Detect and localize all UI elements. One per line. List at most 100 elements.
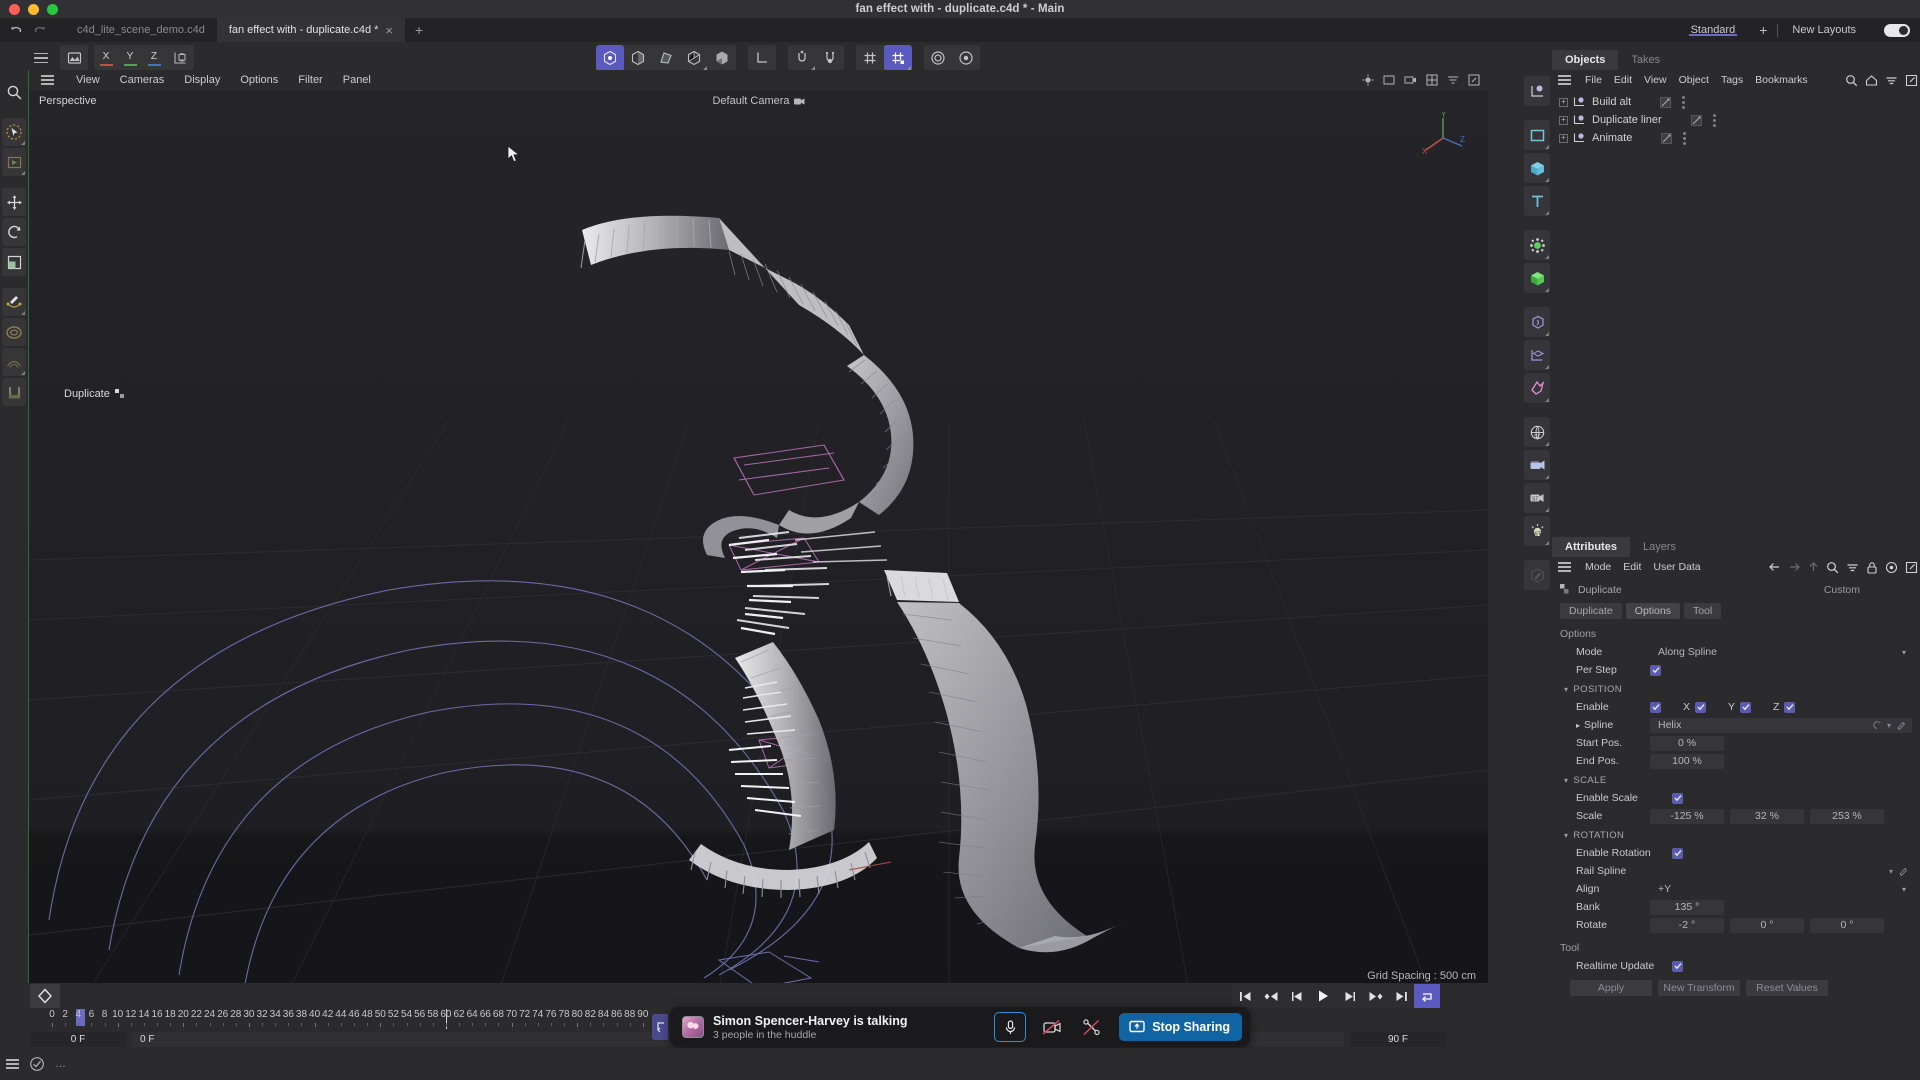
share-off-icon[interactable] (1078, 1014, 1104, 1040)
layout-standard[interactable]: Standard (1677, 24, 1750, 36)
video-off-icon[interactable] (1039, 1014, 1065, 1040)
objects-menu-file[interactable]: File (1579, 74, 1608, 86)
document-tab-2[interactable]: fan effect with - duplicate.c4d * × (217, 18, 405, 42)
workplane-move-icon[interactable] (884, 45, 912, 71)
attributes-menu-mode[interactable]: Mode (1579, 561, 1617, 573)
world-object-axis-icon[interactable] (166, 45, 194, 71)
scale-z-field[interactable]: 253 % (1810, 809, 1884, 824)
edit-pencil-icon[interactable] (1898, 866, 1908, 876)
attributes-menu-user-data[interactable]: User Data (1647, 561, 1706, 573)
scale-y-field[interactable]: 32 % (1730, 809, 1804, 824)
filter-icon[interactable] (1447, 74, 1459, 86)
shader-check-icon[interactable] (29, 1056, 45, 1072)
objects-menu-view[interactable]: View (1638, 74, 1673, 86)
expand-icon[interactable] (1905, 561, 1918, 574)
scale-icon[interactable] (2, 248, 26, 276)
rotate-b-field[interactable]: 0 ° (1810, 918, 1884, 933)
next-key-icon[interactable] (1362, 984, 1388, 1008)
object-tag-icon[interactable] (1661, 133, 1672, 144)
text-icon[interactable] (1524, 186, 1550, 216)
attr-tab-tool[interactable]: Tool (1684, 603, 1721, 619)
camera-icon[interactable] (1404, 74, 1417, 86)
edit-pencil-icon[interactable] (1896, 720, 1906, 730)
current-frame-field[interactable]: 0 F (30, 1032, 126, 1047)
edges-mode-icon[interactable] (652, 45, 680, 71)
object-row-build-alt[interactable]: + Build alt (1552, 93, 1920, 111)
reset-values-button[interactable]: Reset Values (1746, 980, 1828, 996)
expand-icon[interactable] (1905, 74, 1918, 87)
objects-menu-object[interactable]: Object (1673, 74, 1715, 86)
position-x-checkbox[interactable] (1695, 702, 1706, 713)
expand-toggle-icon[interactable]: + (1559, 116, 1568, 125)
polygons-mode-icon[interactable] (680, 45, 708, 71)
search-icon[interactable] (2, 78, 26, 106)
viewport-menu-cameras[interactable]: Cameras (110, 74, 175, 86)
undo-redo-group[interactable] (9, 25, 47, 37)
up-arrow-icon[interactable] (1808, 561, 1819, 573)
per-step-checkbox[interactable] (1650, 665, 1661, 676)
attr-tab-duplicate[interactable]: Duplicate (1560, 603, 1622, 619)
position-group-header[interactable]: ▾ POSITION (1552, 679, 1920, 698)
simulation-icon[interactable]: ST (1524, 417, 1550, 447)
rotate-p-field[interactable]: 0 ° (1730, 918, 1804, 933)
forward-arrow-icon[interactable] (1788, 561, 1801, 573)
go-to-end-icon[interactable] (1388, 984, 1414, 1008)
status-more-label[interactable]: … (55, 1058, 67, 1070)
render-settings-icon[interactable] (952, 45, 980, 71)
magnet-icon[interactable] (2, 378, 26, 406)
back-arrow-icon[interactable] (1768, 561, 1781, 573)
stop-sharing-button[interactable]: Stop Sharing (1119, 1013, 1242, 1041)
add-layout-button[interactable]: + (1749, 22, 1777, 38)
redo-icon[interactable] (33, 25, 47, 37)
prev-key-icon[interactable] (1258, 984, 1284, 1008)
rotation-enable-checkbox[interactable] (1672, 848, 1683, 859)
tab-attributes[interactable]: Attributes (1552, 537, 1630, 557)
live-selection-icon[interactable] (2, 118, 26, 146)
keyframe-diamond-icon[interactable] (30, 984, 60, 1008)
lock-icon[interactable] (1866, 561, 1878, 574)
rotate-icon[interactable] (2, 218, 26, 246)
new-transform-button[interactable]: New Transform (1658, 980, 1740, 996)
arc-icon[interactable] (2, 348, 26, 376)
frame-selection-icon[interactable] (2, 148, 26, 176)
scale-enable-checkbox[interactable] (1672, 793, 1683, 804)
attributes-menu-edit[interactable]: Edit (1617, 561, 1647, 573)
realtime-update-checkbox[interactable] (1672, 961, 1683, 972)
points-mode-icon[interactable] (624, 45, 652, 71)
document-tab-2-close-icon[interactable]: × (385, 24, 393, 37)
null-object-icon[interactable] (1524, 76, 1550, 106)
refresh-icon[interactable] (1872, 720, 1882, 730)
chevron-right-icon[interactable]: ▸ (1576, 721, 1580, 730)
axis-lock-z[interactable]: Z (142, 45, 166, 71)
new-document-tab-button[interactable]: + (405, 18, 433, 42)
new-layouts-button[interactable]: New Layouts (1778, 24, 1870, 36)
tab-objects[interactable]: Objects (1552, 50, 1618, 70)
viewport-canvas[interactable]: Perspective Default Camera Duplicate Gri… (29, 90, 1488, 990)
filter-icon[interactable] (1846, 561, 1859, 574)
paint-icon[interactable] (1524, 560, 1550, 590)
object-tag-icon[interactable] (1691, 115, 1702, 126)
camera-icon[interactable] (1524, 450, 1550, 480)
chevron-down-icon[interactable]: ▾ (1887, 721, 1891, 730)
next-frame-icon[interactable] (1336, 984, 1362, 1008)
start-pos-field[interactable]: 0 % (1650, 736, 1724, 751)
prev-frame-icon[interactable] (1284, 984, 1310, 1008)
objects-menu-edit[interactable]: Edit (1608, 74, 1638, 86)
workplane-grid-icon[interactable] (856, 45, 884, 71)
viewport-menu-display[interactable]: Display (174, 74, 230, 86)
cube-icon[interactable] (1524, 153, 1550, 183)
search-icon[interactable] (1845, 74, 1858, 87)
snap-settings-icon[interactable] (816, 45, 844, 71)
target-icon[interactable] (1885, 561, 1898, 574)
axis-lock-x[interactable]: X (94, 45, 118, 71)
model-mode-icon[interactable] (596, 45, 624, 71)
position-enable-checkbox[interactable] (1650, 702, 1661, 713)
object-tag-icon[interactable] (1660, 97, 1671, 108)
object-row-duplicate-liner[interactable]: + Duplicate liner (1552, 111, 1920, 129)
go-to-start-icon[interactable] (1232, 984, 1258, 1008)
rotate-h-field[interactable]: -2 ° (1650, 918, 1724, 933)
microphone-icon[interactable] (994, 1012, 1026, 1042)
environment-cube-icon[interactable] (1524, 263, 1550, 293)
status-menu-icon[interactable] (6, 1059, 19, 1069)
spline-link-field[interactable]: Helix ▾ (1650, 718, 1912, 733)
